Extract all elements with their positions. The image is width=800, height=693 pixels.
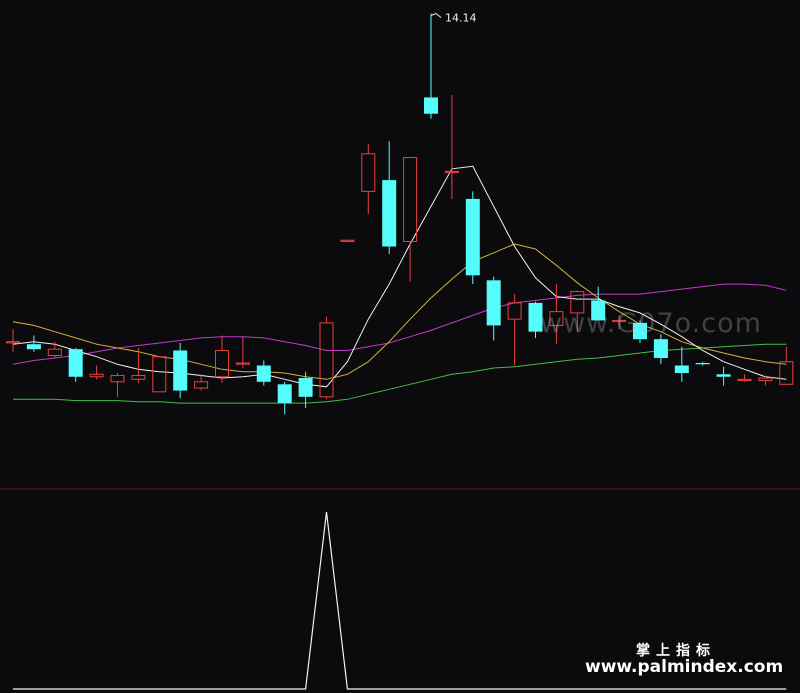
candle-body	[47, 348, 62, 356]
candle	[465, 191, 480, 285]
site-watermark: www.G07o.com	[540, 308, 762, 339]
candle	[674, 346, 689, 382]
candle-body	[716, 374, 731, 377]
candle-body	[737, 378, 752, 381]
candle	[68, 347, 83, 382]
stock-chart-screen: 14.14 www.G07o.com 掌上指标 www.palmindex.co…	[0, 0, 800, 693]
high-price-pointer	[430, 12, 442, 18]
candle	[215, 335, 229, 384]
candle-body	[215, 349, 229, 378]
candle	[507, 294, 522, 366]
candle-body	[758, 377, 773, 382]
candle-body	[110, 375, 125, 383]
candle	[89, 365, 104, 380]
candle-body	[507, 302, 522, 320]
candle	[737, 374, 752, 382]
brand-url: www.palmindex.com	[585, 657, 784, 677]
candle	[26, 335, 41, 352]
candle-body	[382, 180, 397, 247]
high-price-label: 14.14	[445, 12, 477, 25]
candle-body	[152, 356, 167, 393]
ma-white-line	[12, 165, 787, 388]
candle-body	[89, 373, 104, 378]
candle-body	[674, 365, 689, 374]
candlestick-chart: 14.14	[0, 12, 800, 690]
candle-body	[277, 384, 292, 404]
candle	[194, 374, 209, 391]
candle-body	[695, 363, 710, 365]
candle-body	[444, 170, 459, 174]
candle-body	[653, 339, 668, 358]
candle-body	[235, 362, 250, 365]
candle-body	[26, 344, 41, 350]
candle-body	[403, 157, 418, 242]
candle	[173, 342, 188, 399]
candle	[486, 276, 501, 341]
candle	[444, 94, 459, 199]
candle	[382, 141, 397, 255]
ma-green-line	[13, 343, 787, 404]
candle-body	[486, 280, 501, 326]
price-annotations: 14.14	[430, 12, 477, 25]
candle	[403, 157, 418, 282]
candle-body	[424, 97, 438, 114]
candle-body	[173, 350, 188, 391]
candle-body	[131, 375, 146, 380]
candle	[6, 329, 20, 352]
candle	[716, 366, 731, 386]
candle	[152, 356, 167, 393]
candle-body	[779, 361, 794, 385]
candle-body	[361, 153, 376, 192]
candle-body	[298, 378, 313, 397]
candle-body	[68, 349, 83, 377]
candle	[256, 360, 271, 386]
candles	[6, 13, 794, 415]
candle	[340, 239, 355, 242]
moving-average-lines	[12, 165, 787, 404]
candle-body	[256, 365, 271, 382]
candle	[235, 336, 250, 369]
candle-body	[6, 341, 20, 344]
candle	[277, 381, 292, 415]
candle	[110, 373, 125, 397]
candle	[695, 361, 710, 366]
candle-body	[319, 322, 334, 398]
candle-body	[194, 381, 209, 389]
candle	[361, 143, 376, 214]
candle	[424, 13, 438, 119]
candle-body	[465, 198, 480, 276]
